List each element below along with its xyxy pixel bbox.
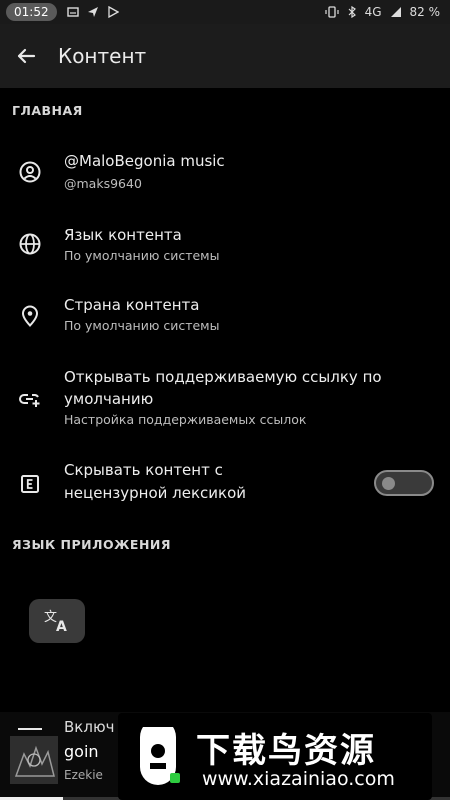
arrow-left-icon <box>17 48 36 64</box>
globe-icon <box>19 233 41 255</box>
album-art[interactable] <box>10 736 58 784</box>
svg-text:A: A <box>56 619 67 634</box>
play-store-icon <box>107 6 119 18</box>
explicit-icon <box>21 475 39 493</box>
translate-icon: 文 A <box>44 610 67 634</box>
explicit-toggle[interactable] <box>374 470 434 496</box>
gallery-icon <box>66 7 79 17</box>
back-button[interactable] <box>0 24 52 88</box>
account-icon <box>19 161 41 183</box>
setting-content-language-title: Язык контента <box>64 226 182 244</box>
setting-content-language[interactable]: Язык контента По умолчанию системы <box>0 214 450 276</box>
setting-open-links-title-line2: умолчанию <box>64 390 154 408</box>
setting-content-country-title: Страна контента <box>64 296 200 314</box>
network-type: 4G <box>364 5 382 19</box>
watermark-logo-icon <box>140 727 180 785</box>
app-language-button[interactable]: 文 A <box>29 599 85 643</box>
status-time: 01:52 <box>6 3 57 21</box>
setting-account-title: @MaloBegonia music <box>64 152 225 170</box>
status-bar: 01:52 4G 82 % <box>0 0 450 24</box>
watermark-cn-text: 下载鸟资源 <box>196 731 376 771</box>
mini-player-peek-text: Включ <box>64 718 115 736</box>
album-art-image <box>10 736 58 784</box>
watermark-url: www.xiazainiao.com <box>202 768 395 790</box>
setting-open-links-title-line1: Открывать поддерживаемую ссылку по <box>64 368 382 386</box>
vibrate-icon <box>324 6 339 18</box>
mini-player-leading-icon <box>18 728 42 730</box>
setting-content-country-subtitle: По умолчанию системы <box>64 318 220 333</box>
setting-account-subtitle: @maks9640 <box>64 176 142 191</box>
app-bar: Контент <box>0 24 450 88</box>
setting-hide-explicit-title-line2: нецензурной лексикой <box>64 484 247 502</box>
toggle-knob <box>382 477 395 490</box>
location-pin-icon <box>21 305 39 327</box>
setting-hide-explicit-title-line1: Скрывать контент с <box>64 461 223 479</box>
track-artist: Ezekie <box>64 768 103 782</box>
section-header-app-language: ЯЗЫК ПРИЛОЖЕНИЯ <box>12 537 172 552</box>
setting-content-language-subtitle: По умолчанию системы <box>64 248 220 263</box>
bluetooth-icon <box>348 6 356 18</box>
setting-open-links[interactable]: Открывать поддерживаемую ссылку по умолч… <box>0 360 450 436</box>
battery-level: 82 % <box>409 5 441 19</box>
setting-content-country[interactable]: Страна контента По умолчанию системы <box>0 286 450 348</box>
setting-open-links-subtitle: Настройка поддерживаемых ссылок <box>64 412 307 427</box>
section-header-main: ГЛАВНАЯ <box>12 103 83 118</box>
open-link-icon <box>19 394 40 407</box>
watermark-banner: 下载鸟资源 www.xiazainiao.com <box>118 713 432 800</box>
page-title: Контент <box>58 44 147 68</box>
setting-account[interactable]: @MaloBegonia music @maks9640 <box>0 140 450 206</box>
track-title: goin <box>64 742 99 761</box>
signal-icon <box>390 7 401 17</box>
navigation-icon <box>87 7 98 17</box>
